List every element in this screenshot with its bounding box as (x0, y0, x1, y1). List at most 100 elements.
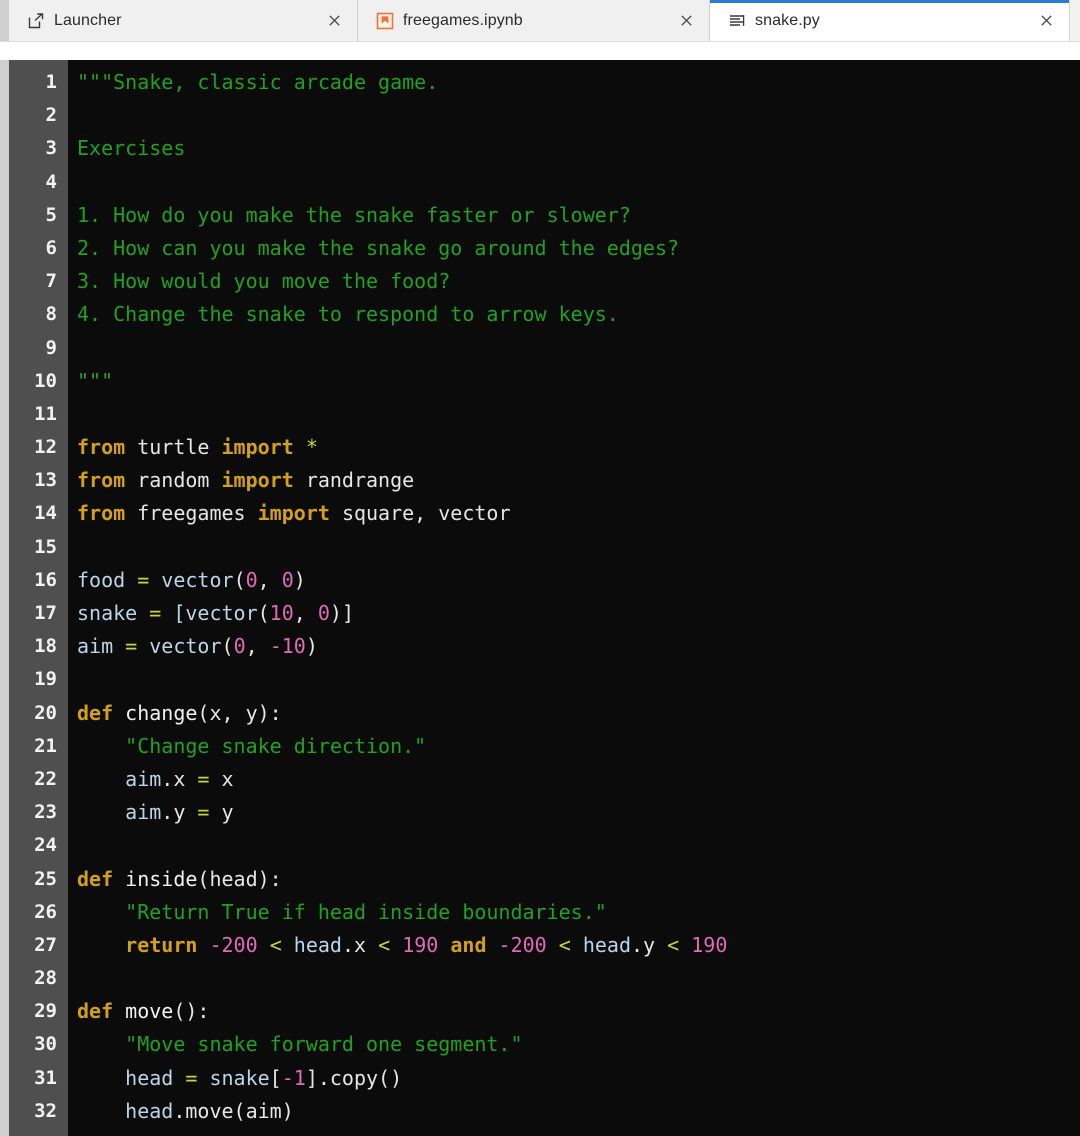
code-token: [ (269, 1065, 282, 1090)
notebook-icon (376, 12, 394, 30)
code-token: = (125, 634, 138, 659)
code-token: x (209, 766, 234, 791)
code-token: 10 (269, 601, 294, 625)
code-line[interactable] (77, 99, 1080, 132)
tab-freegames-ipynb-close-icon[interactable] (673, 8, 699, 34)
code-line[interactable]: from random import randrange (77, 464, 1080, 497)
code-token: def (77, 999, 114, 1024)
code-token: aim (77, 634, 126, 659)
line-number-gutter: 1 2 3 4 5 6 7 8 9 10 11 12 13 14 15 16 17 18 19 20 21 22 23 24 2… (9, 60, 68, 1136)
code-token: head (77, 1065, 186, 1090)
code-line[interactable]: from freegames import square, vector (77, 497, 1080, 530)
code-line[interactable]: food = vector(0, 0) (77, 564, 1080, 597)
code-line[interactable]: 2. How can you make the snake go around … (77, 232, 1080, 265)
code-token: 2. How can you make the snake go around … (77, 235, 680, 260)
code-line[interactable]: head.move(aim) (77, 1095, 1080, 1128)
tab-freegames-ipynb[interactable]: freegames.ipynb (358, 0, 710, 41)
code-token: [vector (161, 601, 258, 625)
code-token: < (269, 932, 282, 957)
tab-bar-spacer (0, 42, 1080, 60)
code-token: "Return True if head inside boundaries." (77, 899, 607, 924)
code-token: "Change snake direction." (77, 733, 427, 758)
code-token: from (77, 468, 126, 493)
code-token: import (257, 501, 330, 526)
code-line[interactable] (77, 663, 1080, 696)
code-line[interactable]: 1. How do you make the snake faster or s… (77, 199, 1080, 232)
line-number: 16 (34, 568, 57, 591)
code-token: ( (221, 634, 234, 659)
code-line[interactable]: """ (77, 365, 1080, 398)
code-line[interactable] (77, 829, 1080, 862)
code-line[interactable]: aim.y = y (77, 796, 1080, 829)
code-token: from (77, 501, 126, 526)
code-token: -200 (209, 932, 258, 957)
code-line[interactable]: def inside(head): (77, 863, 1080, 896)
code-token: = (185, 1065, 198, 1090)
code-token: """Snake, classic arcade game. (77, 70, 439, 94)
code-token: = (197, 766, 210, 791)
tab-snake-py-close-icon[interactable] (1033, 8, 1059, 34)
code-token: .y (631, 932, 656, 957)
code-line[interactable] (77, 166, 1080, 199)
line-number: 32 (34, 1099, 57, 1122)
code-token: aim (77, 800, 162, 825)
code-line[interactable] (77, 398, 1080, 431)
code-token: """ (77, 368, 114, 393)
tab-launcher[interactable]: Launcher (9, 0, 358, 41)
code-line[interactable]: from turtle import * (77, 431, 1080, 464)
code-token: square, vector (341, 501, 511, 526)
code-content-area[interactable]: """Snake, classic arcade game. Exercises… (68, 60, 1080, 1136)
tab-launcher-label: Launcher (54, 11, 122, 29)
code-token: 0 (281, 567, 294, 592)
code-token: head (77, 1098, 174, 1123)
code-line[interactable]: def change(x, y): (77, 697, 1080, 730)
code-token: -10 (269, 634, 306, 659)
code-line[interactable]: 3. How would you move the food? (77, 265, 1080, 298)
code-token: return (125, 932, 198, 957)
tab-launcher-close-icon[interactable] (321, 8, 347, 34)
code-line[interactable]: "Change snake direction." (77, 730, 1080, 763)
code-token: -200 (498, 932, 547, 957)
code-line[interactable]: aim.x = x (77, 763, 1080, 796)
code-line[interactable] (77, 962, 1080, 995)
code-line[interactable]: 4. Change the snake to respond to arrow … (77, 298, 1080, 331)
code-line[interactable]: """Snake, classic arcade game. (77, 66, 1080, 99)
code-line[interactable]: return -200 < head.x < 190 and -200 < he… (77, 929, 1080, 962)
line-number: 25 (34, 867, 57, 890)
line-number: 26 (34, 900, 57, 923)
line-number: 7 (45, 270, 57, 293)
code-line[interactable] (77, 332, 1080, 365)
code-line[interactable]: "Return True if head inside boundaries." (77, 896, 1080, 929)
code-token: change (125, 700, 198, 725)
code-token: 0 (317, 601, 330, 625)
code-token: .move(aim) (173, 1098, 294, 1123)
code-line[interactable]: head = snake[-1].copy() (77, 1062, 1080, 1095)
code-line[interactable]: def move(): (77, 995, 1080, 1028)
code-line[interactable]: aim = vector(0, -10) (77, 630, 1080, 663)
code-token: < (667, 932, 680, 957)
tab-snake-py[interactable]: snake.py (710, 0, 1070, 41)
line-number: 20 (34, 701, 57, 724)
code-token: turtle (137, 435, 210, 460)
code-line[interactable]: Exercises (77, 132, 1080, 165)
code-token: y (209, 800, 234, 825)
code-token: ) (305, 634, 318, 659)
code-token: = (197, 800, 210, 825)
code-token: ) (293, 567, 306, 592)
code-line[interactable]: "Move snake forward one segment." (77, 1028, 1080, 1061)
code-line[interactable] (77, 531, 1080, 564)
code-token: import (221, 468, 294, 493)
code-token: def (77, 866, 114, 891)
code-line[interactable]: snake = [vector(10, 0)] (77, 597, 1080, 630)
code-editor[interactable]: 1 2 3 4 5 6 7 8 9 10 11 12 13 14 15 16 17 18 19 20 21 22 23 24 2… (0, 60, 1080, 1136)
tab-freegames-ipynb-label: freegames.ipynb (403, 11, 523, 29)
